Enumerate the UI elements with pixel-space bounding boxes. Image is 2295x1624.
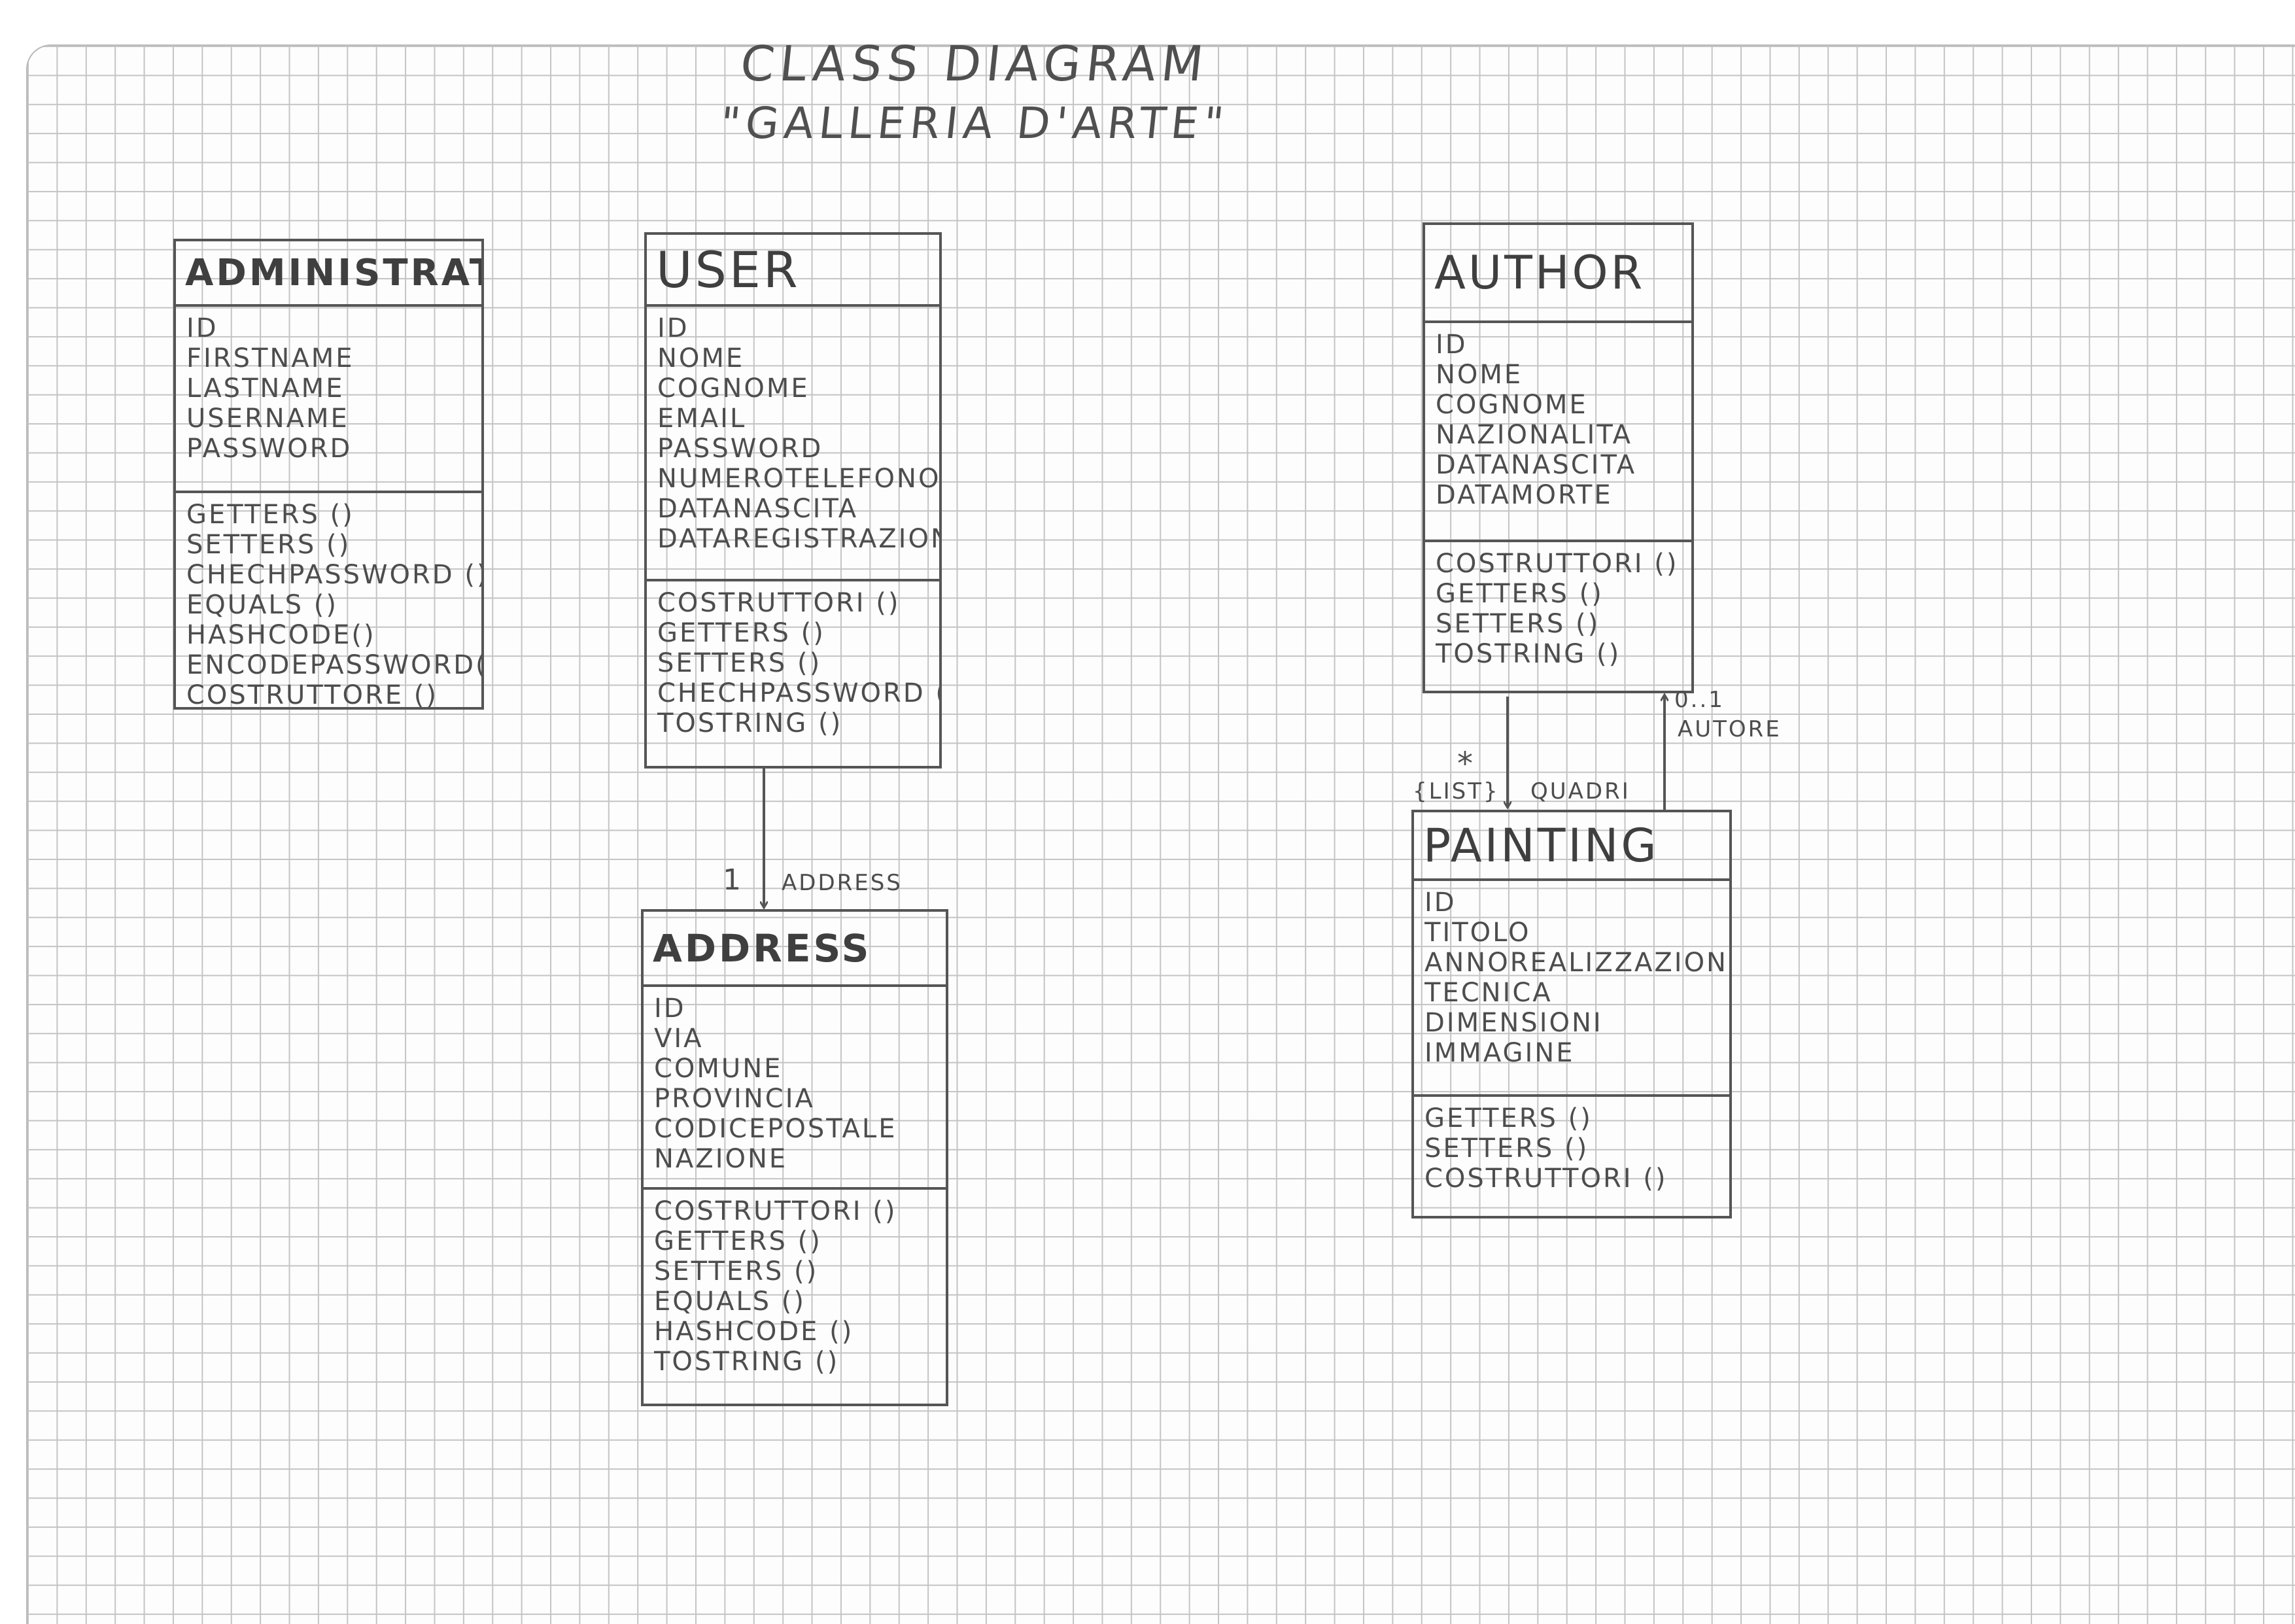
painting-author-role: AUTORE	[1678, 716, 1782, 742]
attribute: PASSWORD	[186, 434, 353, 464]
author-painting-stereotype: {LIST}	[1413, 778, 1500, 804]
attribute: COMUNE	[654, 1054, 783, 1084]
painting-class-name: PAINTING	[1414, 812, 1729, 881]
attribute: DATANASCITA	[657, 494, 859, 524]
administrator-methods: GETTERS () SETTERS () CHECHPASSWORD () E…	[176, 493, 481, 710]
method: COSTRUTTORE ()	[186, 680, 438, 710]
method: SETTERS ()	[657, 648, 822, 678]
attribute: COGNOME	[1436, 390, 1588, 420]
attribute: NAZIONALITA	[1436, 420, 1633, 450]
administrator-class: ADMINISTRATOR ID FIRSTNAME LASTNAME USER…	[173, 239, 484, 710]
method: TOSTRING ()	[657, 708, 843, 738]
attribute: LASTNAME	[186, 373, 345, 404]
author-painting-role: QUADRI	[1530, 778, 1631, 804]
address-class-name: ADDRESS	[644, 912, 946, 987]
author-class: AUTHOR ID NOME COGNOME NAZIONALITA DATAN…	[1423, 222, 1694, 693]
address-attributes: ID VIA COMUNE PROVINCIA CODICEPOSTALE NA…	[644, 987, 946, 1190]
method: GETTERS ()	[1424, 1103, 1593, 1133]
method: COSTRUTTORI ()	[1436, 549, 1679, 579]
author-painting-multiplicity: *	[1457, 746, 1475, 782]
administrator-attributes: ID FIRSTNAME LASTNAME USERNAME PASSWORD	[176, 307, 481, 493]
author-methods: COSTRUTTORI () GETTERS () SETTERS () TOS…	[1425, 542, 1691, 669]
method: COSTRUTTORI ()	[657, 588, 901, 618]
attribute: TITOLO	[1424, 918, 1531, 948]
method: SETTERS ()	[186, 530, 351, 560]
attribute: ID	[1436, 330, 1468, 360]
painting-attributes: ID TITOLO ANNOREALIZZAZIONE TECNICA DIME…	[1414, 881, 1729, 1097]
attribute: NOME	[657, 343, 745, 373]
method: TOSTRING ()	[1436, 639, 1621, 669]
user-methods: COSTRUTTORI () GETTERS () SETTERS () CHE…	[647, 581, 939, 738]
address-class: ADDRESS ID VIA COMUNE PROVINCIA CODICEPO…	[641, 909, 948, 1406]
attribute: CODICEPOSTALE	[654, 1114, 897, 1144]
method: EQUALS ()	[186, 590, 338, 620]
method: ENCODEPASSWORD()	[186, 650, 481, 680]
method: COSTRUTTORI ()	[654, 1196, 897, 1226]
user-address-multiplicity: 1	[723, 863, 743, 897]
attribute: DATAREGISTRAZIONE	[657, 524, 939, 554]
painting-class: PAINTING ID TITOLO ANNOREALIZZAZIONE TEC…	[1411, 810, 1732, 1218]
attribute: PASSWORD	[657, 434, 823, 464]
administrator-class-name: ADMINISTRATOR	[176, 241, 481, 307]
method: SETTERS ()	[1424, 1133, 1589, 1164]
method: GETTERS ()	[657, 618, 825, 648]
method: CHECHPASSWORD ()	[657, 678, 939, 708]
attribute: COGNOME	[657, 373, 810, 404]
method: TOSTRING ()	[654, 1347, 840, 1377]
attribute: DATAMORTE	[1436, 480, 1613, 510]
attribute: VIA	[654, 1024, 704, 1054]
attribute: ID	[186, 313, 218, 343]
method: GETTERS ()	[186, 500, 354, 530]
user-attributes: ID NOME COGNOME EMAIL PASSWORD NUMEROTEL…	[647, 307, 939, 581]
painting-author-multiplicity: 0..1	[1674, 687, 1725, 713]
attribute: DIMENSIONI	[1424, 1008, 1603, 1038]
method: SETTERS ()	[1436, 609, 1600, 639]
address-methods: COSTRUTTORI () GETTERS () SETTERS () EQU…	[644, 1190, 946, 1377]
method: COSTRUTTORI ()	[1424, 1164, 1668, 1194]
user-class: USER ID NOME COGNOME EMAIL PASSWORD NUME…	[644, 232, 942, 769]
attribute: ANNOREALIZZAZIONE	[1424, 948, 1729, 978]
method: GETTERS ()	[654, 1226, 822, 1256]
attribute: NOME	[1436, 360, 1523, 390]
method: SETTERS ()	[654, 1256, 819, 1287]
attribute: NAZIONE	[654, 1144, 788, 1174]
attribute: ID	[1424, 888, 1457, 918]
attribute: DATANASCITA	[1436, 450, 1637, 480]
method: HASHCODE ()	[654, 1317, 854, 1347]
attribute: ID	[654, 993, 686, 1024]
method: GETTERS ()	[1436, 579, 1604, 609]
attribute: USERNAME	[186, 404, 349, 434]
method: EQUALS ()	[654, 1287, 806, 1317]
attribute: TECNICA	[1424, 978, 1553, 1008]
user-class-name: USER	[647, 235, 939, 307]
user-address-role: ADDRESS	[782, 870, 903, 896]
method: CHECHPASSWORD ()	[186, 560, 481, 590]
attribute: IMMAGINE	[1424, 1038, 1575, 1068]
attribute: ID	[657, 313, 689, 343]
painting-methods: GETTERS () SETTERS () COSTRUTTORI ()	[1414, 1097, 1729, 1194]
attribute: PROVINCIA	[654, 1084, 815, 1114]
attribute: EMAIL	[657, 404, 747, 434]
attribute: FIRSTNAME	[186, 343, 354, 373]
method: HASHCODE()	[186, 620, 376, 650]
author-attributes: ID NOME COGNOME NAZIONALITA DATANASCITA …	[1425, 323, 1691, 542]
author-class-name: AUTHOR	[1425, 225, 1691, 323]
attribute: NUMEROTELEFONO	[657, 464, 939, 494]
